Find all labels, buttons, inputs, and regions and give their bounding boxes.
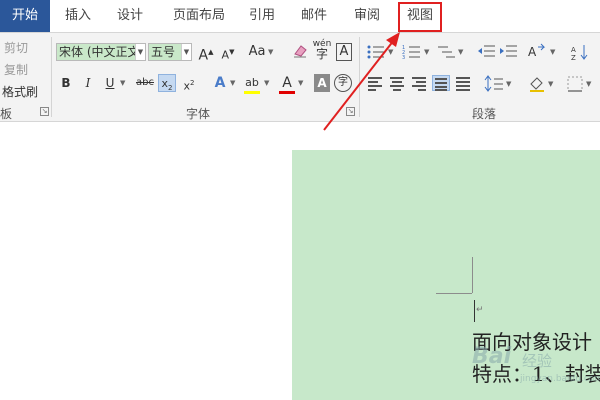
font-name-combo[interactable]: 宋体 (中文正文) ▼: [56, 43, 146, 61]
chinese-layout-icon[interactable]: A: [526, 43, 548, 61]
decrease-indent-icon[interactable]: [476, 43, 496, 61]
chevron-down-icon[interactable]: ▼: [181, 44, 191, 60]
font-size-value: 五号: [151, 45, 176, 59]
chevron-down-icon[interactable]: ▼: [424, 43, 429, 61]
sort-icon[interactable]: AZ: [570, 43, 590, 61]
clear-formatting-icon[interactable]: [292, 43, 308, 61]
highlight-color-bar: [244, 91, 260, 94]
font-name-value: 宋体 (中文正文): [59, 45, 145, 59]
cut-button[interactable]: 剪切: [4, 39, 28, 56]
chevron-down-icon[interactable]: ▼: [298, 74, 303, 92]
character-shading-button[interactable]: A: [314, 74, 330, 92]
borders-icon[interactable]: [566, 75, 584, 93]
margin-corner-mark: [472, 257, 473, 293]
align-right-icon[interactable]: [410, 75, 428, 91]
tab-design[interactable]: 设计: [108, 0, 152, 32]
chevron-down-icon[interactable]: ▼: [586, 75, 591, 93]
svg-text:A: A: [571, 46, 576, 54]
distributed-icon[interactable]: [454, 75, 472, 91]
chevron-down-icon[interactable]: ▼: [120, 74, 125, 92]
change-case-button[interactable]: Aa: [246, 43, 268, 61]
superscript-button[interactable]: x2: [180, 74, 198, 93]
text-cursor: [474, 300, 475, 322]
highlight-color-button[interactable]: ab: [242, 74, 262, 94]
svg-text:3: 3: [402, 55, 405, 61]
baidu-jingyan-watermark: Bai 经验 jingyan.baidu.com: [472, 344, 600, 400]
text-effects-button[interactable]: A: [212, 74, 228, 92]
character-border-button[interactable]: A: [336, 43, 352, 61]
watermark-domain: jingyan.baidu.com: [520, 374, 600, 384]
margin-corner-mark: [436, 293, 472, 294]
grow-font-button[interactable]: A▲: [198, 43, 214, 64]
tab-home[interactable]: 开始: [0, 0, 50, 32]
bold-button[interactable]: B: [58, 74, 74, 92]
strikethrough-button[interactable]: abc: [134, 74, 156, 92]
watermark-brand-suffix: 经验: [522, 352, 553, 370]
copy-button[interactable]: 复制: [4, 61, 28, 78]
align-left-icon[interactable]: [366, 75, 384, 91]
view-tab-highlight-box: [398, 2, 442, 32]
line-spacing-icon[interactable]: [484, 75, 504, 93]
subscript-button[interactable]: x2: [158, 74, 176, 92]
font-size-combo[interactable]: 五号 ▼: [148, 43, 192, 61]
phonetic-guide-button[interactable]: wén 字: [312, 39, 332, 60]
font-group-label: 字体: [186, 107, 211, 121]
italic-button[interactable]: I: [80, 74, 96, 92]
multilevel-list-icon[interactable]: [436, 43, 456, 61]
font-color-button[interactable]: A: [278, 74, 296, 94]
chevron-down-icon[interactable]: ▼: [135, 44, 145, 60]
paragraph-group-label: 段落: [472, 107, 497, 121]
chevron-down-icon[interactable]: ▼: [506, 75, 511, 93]
tab-references[interactable]: 引用: [242, 0, 282, 32]
format-painter-button[interactable]: 格式刷: [2, 83, 38, 100]
chevron-down-icon[interactable]: ▼: [264, 74, 269, 92]
chevron-down-icon[interactable]: ▼: [548, 75, 553, 93]
tab-insert[interactable]: 插入: [56, 0, 100, 32]
group-divider: [51, 37, 52, 117]
chevron-down-icon[interactable]: ▼: [550, 43, 555, 61]
paragraph-mark-icon: ↵: [476, 305, 484, 315]
tab-review[interactable]: 审阅: [346, 0, 388, 32]
chevron-down-icon[interactable]: ▼: [458, 43, 463, 61]
group-divider: [359, 37, 360, 117]
ribbon-home: 剪切 复制 格式刷 板 ↘ 宋体 (中文正文) ▼ 五号 ▼ A▲ A▼ Aa …: [0, 32, 600, 122]
justify-icon[interactable]: [432, 75, 450, 91]
increase-indent-icon[interactable]: [498, 43, 518, 61]
tab-page-layout[interactable]: 页面布局: [162, 0, 236, 32]
chevron-down-icon[interactable]: ▼: [268, 43, 273, 61]
ribbon-tab-bar: 开始 插入 设计 页面布局 引用 邮件 审阅 视图: [0, 0, 600, 32]
svg-text:Z: Z: [571, 54, 576, 61]
watermark-brand: Bai: [472, 344, 512, 369]
shrink-font-button[interactable]: A▼: [220, 43, 236, 62]
underline-button[interactable]: U: [102, 74, 118, 92]
align-center-icon[interactable]: [388, 75, 406, 91]
chevron-down-icon[interactable]: ▼: [388, 43, 393, 61]
svg-text:A: A: [528, 45, 537, 59]
font-color-bar: [279, 91, 295, 94]
clipboard-group-label: 板: [0, 107, 13, 121]
font-launcher-icon[interactable]: ↘: [346, 107, 355, 116]
shading-bucket-icon[interactable]: [528, 75, 546, 93]
chevron-down-icon[interactable]: ▼: [230, 74, 235, 92]
bullets-icon[interactable]: [366, 43, 386, 61]
numbering-icon[interactable]: 1 2 3: [402, 43, 422, 61]
tab-mailings[interactable]: 邮件: [292, 0, 336, 32]
enclose-characters-button[interactable]: 字: [334, 74, 352, 92]
clipboard-launcher-icon[interactable]: ↘: [40, 107, 49, 116]
